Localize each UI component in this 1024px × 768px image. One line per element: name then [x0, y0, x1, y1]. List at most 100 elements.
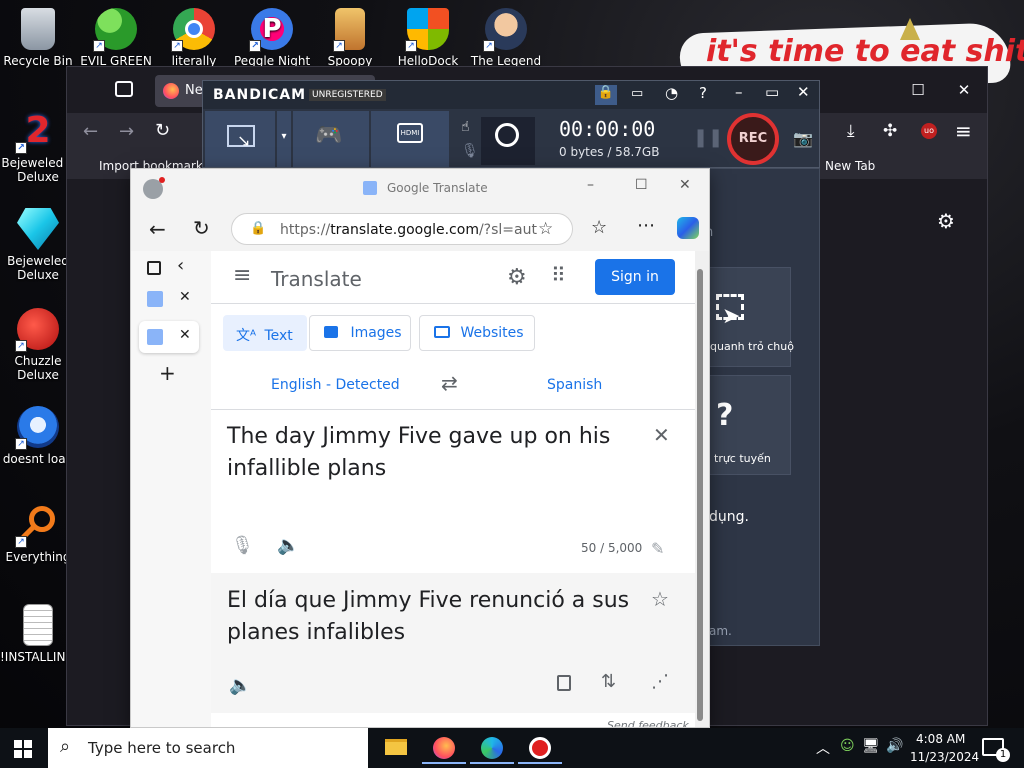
back-icon[interactable]: ← — [149, 217, 166, 241]
edge-close-button[interactable]: ✕ — [679, 177, 691, 193]
rate-translation-icon[interactable]: ⇅ — [601, 671, 616, 692]
images-mode-tab[interactable]: Images — [309, 315, 411, 351]
firefox-close-button[interactable]: ✕ — [941, 67, 987, 113]
edge-maximize-button[interactable]: ☐ — [635, 177, 648, 193]
volume-icon[interactable]: 🔊 — [886, 738, 903, 754]
star-icon[interactable]: ☆ — [538, 219, 554, 239]
clear-text-icon[interactable]: ✕ — [653, 423, 670, 447]
reload-icon[interactable]: ↻ — [193, 216, 210, 240]
edge-logo-icon — [481, 737, 503, 759]
forward-icon[interactable]: → — [119, 121, 134, 142]
bandicam-restore-button[interactable]: ▭ — [765, 83, 779, 101]
desktop-icon-doesnt-load[interactable]: ↗ doesnt load — [0, 406, 76, 466]
desktop-icon-literally[interactable]: ↗ literally — [156, 8, 232, 68]
sidebar-tab-translate-2[interactable]: ✕ — [139, 321, 199, 353]
target-language-button[interactable]: Spanish — [547, 377, 602, 393]
listen-source-icon[interactable]: 🔈 — [277, 535, 299, 556]
download-icon[interactable]: ⤓ — [847, 121, 855, 141]
bandicam-close-button[interactable]: ✕ — [797, 83, 810, 101]
desktop-icon-evil-green[interactable]: ↗ EVIL GREEN — [78, 8, 154, 68]
bandicam-card-screen[interactable]: ➤ quanh trỏ chuộ — [709, 267, 794, 367]
back-icon[interactable]: ← — [83, 121, 98, 142]
desktop-icon-bejeweled[interactable]: Bejeweled Deluxe — [0, 208, 76, 282]
desktop-icon-peggle-nights[interactable]: P ↗ Peggle Nights — [234, 8, 310, 68]
network-icon[interactable]: 🖥 — [862, 738, 880, 754]
more-icon[interactable]: ⋯ — [637, 215, 655, 236]
send-feedback-link[interactable]: Send feedback — [607, 719, 689, 727]
share-icon[interactable]: ⋰ — [651, 671, 669, 692]
lock-icon[interactable]: 🔒 — [595, 85, 617, 105]
edge-minimize-button[interactable]: – — [587, 177, 594, 193]
newtab-link[interactable]: New Tab — [825, 159, 875, 173]
desktop-icon-hellodock[interactable]: ↗ HelloDock — [390, 8, 466, 68]
source-text-input[interactable]: The day Jimmy Five gave up on his infall… — [227, 421, 637, 485]
desktop-icon-everything[interactable]: ↗ Everything — [0, 504, 76, 564]
new-tab-icon[interactable]: + — [159, 361, 176, 385]
people-tray-icon[interactable]: ☺ — [840, 738, 855, 754]
taskbar-bandicam[interactable] — [518, 732, 562, 764]
help-icon[interactable]: ? — [699, 84, 707, 102]
clock-time[interactable]: 4:08 AM — [916, 732, 965, 746]
extensions-icon[interactable]: ✣ — [883, 121, 897, 141]
swap-languages-icon[interactable]: ⇄ — [441, 371, 458, 395]
reload-icon[interactable]: ↻ — [155, 120, 170, 141]
desktop-icon-installing[interactable]: !INSTALLIN... — [0, 604, 76, 664]
pause-icon[interactable]: ❚❚ — [693, 127, 723, 148]
windows-start-icon[interactable] — [14, 740, 32, 758]
webcam-button[interactable] — [481, 117, 535, 165]
hdmi-icon: HDMI — [397, 123, 423, 143]
taskbar-search-box[interactable]: ⌕ Type here to search — [48, 728, 368, 768]
mode-dropdown-button[interactable]: ▾ — [277, 111, 291, 167]
taskbar-firefox[interactable] — [422, 732, 466, 764]
sign-in-button[interactable]: Sign in — [595, 259, 675, 295]
mic-icon[interactable]: 🎙 — [461, 143, 479, 159]
game-mode-button[interactable]: 🎮 — [293, 111, 369, 167]
desktop-icon-spoopy[interactable]: ↗ Spoopy — [312, 8, 388, 68]
ublock-icon[interactable]: uo — [921, 123, 937, 139]
hamburger-menu-icon[interactable]: ≡ — [233, 263, 251, 288]
text-mode-tab[interactable]: 文ᴬ Text — [223, 315, 307, 351]
cursor-toggle-icon[interactable]: ☝ — [461, 119, 470, 135]
desktop-icon-chuzzle[interactable]: ↗ Chuzzle Deluxe — [0, 308, 76, 382]
close-tab-icon[interactable]: ✕ — [179, 327, 191, 343]
close-tab-icon[interactable]: ✕ — [179, 289, 191, 305]
settings-gear-icon[interactable]: ⚙ — [507, 265, 527, 290]
copy-icon[interactable] — [557, 675, 571, 691]
screen-mode-button[interactable]: ↘ — [205, 111, 275, 167]
bandicam-card-help[interactable]: ? trực tuyến — [709, 375, 791, 475]
bandicam-minimize-button[interactable]: – — [735, 83, 743, 101]
desktop-icon-bejeweled-2[interactable]: 2 ↗ Bejeweled 2 Deluxe — [0, 110, 76, 184]
handwriting-icon[interactable]: ✎ — [651, 539, 664, 558]
taskbar-file-explorer[interactable] — [374, 732, 418, 764]
collapse-sidebar-icon[interactable]: ‹ — [177, 255, 184, 276]
apps-grid-icon[interactable]: ⠿ — [551, 263, 566, 287]
taskbar-edge[interactable] — [470, 732, 514, 764]
sidebar-tab-translate-1[interactable] — [147, 291, 163, 307]
clock-date[interactable]: 11/23/2024 — [910, 750, 979, 764]
firefox-maximize-button[interactable]: ☐ — [895, 67, 941, 113]
folder-icon[interactable]: ▭ — [631, 86, 643, 101]
microphone-icon[interactable]: 🎙 — [231, 535, 254, 556]
favorites-icon[interactable]: ☆ — [591, 217, 607, 238]
show-hidden-icons[interactable]: ︿ — [816, 738, 830, 758]
tab-actions-icon[interactable] — [147, 261, 161, 275]
menu-icon[interactable]: ≡ — [955, 119, 972, 143]
websites-mode-tab[interactable]: Websites — [419, 315, 535, 351]
scrollbar-thumb[interactable] — [697, 269, 703, 721]
settings-gear-icon[interactable]: ⚙ — [937, 209, 955, 233]
translate-favicon — [147, 329, 163, 345]
desktop-icon-recycle-bin[interactable]: Recycle Bin — [0, 8, 76, 68]
device-mode-button[interactable]: HDMI — [371, 111, 449, 167]
save-translation-star-icon[interactable]: ☆ — [651, 587, 669, 611]
address-bar[interactable]: 🔒 https://translate.google.com/?sl=aut..… — [231, 213, 573, 245]
desktop-icon-the-legend[interactable]: ↗ The Legend — [468, 8, 544, 68]
listen-translation-icon[interactable]: 🔈 — [229, 675, 251, 696]
copilot-icon[interactable] — [677, 217, 699, 239]
recording-size: 0 bytes / 58.7GB — [559, 145, 660, 159]
desktop-icon-label: Everything — [5, 550, 71, 564]
clock-icon[interactable]: ◔ — [665, 84, 678, 102]
camera-icon[interactable]: 📷 — [793, 129, 813, 148]
tab-list-icon[interactable] — [115, 81, 133, 97]
record-button[interactable]: REC — [727, 113, 779, 165]
source-language-button[interactable]: English - Detected — [271, 377, 400, 393]
